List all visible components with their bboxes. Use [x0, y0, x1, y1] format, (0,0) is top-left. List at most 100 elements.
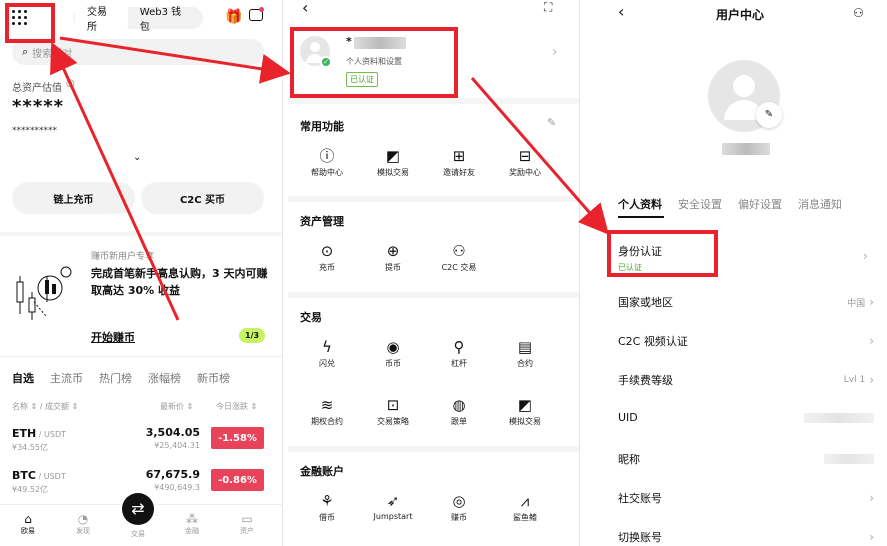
list-item-switch-account[interactable]: 切换账号 ›	[618, 529, 874, 545]
scan-icon[interactable]: ⛶	[544, 0, 552, 15]
contract-icon: ▤	[517, 338, 533, 356]
copy-icon: ◍	[452, 396, 466, 414]
tab-preferences[interactable]: 偏好设置	[738, 196, 782, 212]
rocket-icon: ➶	[386, 492, 400, 510]
gift-icon: ⊞	[452, 147, 466, 165]
highlight-box-profile	[290, 27, 458, 98]
tab-mainstream[interactable]: 主流币	[50, 370, 83, 386]
onchain-deposit-button[interactable]: 链上充币	[12, 182, 135, 214]
table-row[interactable]: ETH / USDT ¥34.55亿 3,504.05 ¥25,404.31 -…	[0, 422, 282, 464]
tab-security[interactable]: 安全设置	[678, 196, 722, 212]
tab-exchange[interactable]: 交易所	[75, 0, 128, 37]
convert-item[interactable]: ϟ 闪兑	[294, 338, 360, 369]
col-price-header[interactable]: 最新价 ⇕	[160, 401, 193, 412]
list-item-nickname[interactable]: 昵称	[618, 451, 874, 467]
deposit-item[interactable]: ⊙ 充币	[294, 242, 360, 273]
asset-value: *****	[12, 96, 65, 117]
list-item-uid[interactable]: UID	[618, 411, 874, 424]
nav-assets[interactable]: ▭ 资产	[233, 512, 261, 536]
eye-hidden-icon[interactable]: ◎	[66, 78, 75, 89]
loan-item[interactable]: ⚘ 借币	[294, 492, 360, 523]
profile-tabs: 个人资料 安全设置 偏好设置 消息通知	[618, 196, 842, 212]
ticket-icon: ⊟	[518, 147, 532, 165]
nav-finance[interactable]: ⁂ 金融	[178, 512, 206, 536]
home-icon: ⌂	[24, 512, 32, 526]
demo-trading-item-2[interactable]: ◩ 模拟交易	[492, 396, 558, 427]
highlight-box-identity	[607, 230, 718, 277]
tab-new-coins[interactable]: 新币榜	[197, 370, 230, 386]
asset-sub-value: **********	[12, 126, 57, 136]
nav-discover[interactable]: ◔ 发现	[69, 512, 97, 536]
bottom-nav: ⌂ 欧易 ◔ 发现 ⇄ 交易 ⁂ 金融 ▭ 资产	[0, 493, 282, 546]
list-item-c2c-video[interactable]: C2C 视频认证 ›	[618, 333, 874, 349]
candlestick-illustration	[14, 262, 74, 322]
blurred-username	[722, 143, 770, 155]
chevron-right-icon: ›	[869, 295, 874, 309]
margin-item[interactable]: ⚲ 杠杆	[426, 338, 492, 369]
jumpstart-item[interactable]: ➶ Jumpstart	[360, 492, 426, 523]
help-center-item[interactable]: ⓘ 帮助中心	[294, 147, 360, 178]
options-item[interactable]: ≋ 期权合约	[294, 396, 360, 427]
shark-fin-icon: ⩘	[520, 492, 530, 510]
nav-home[interactable]: ⌂ 欧易	[14, 512, 42, 536]
tab-profile[interactable]: 个人资料	[618, 196, 662, 212]
gift-icon[interactable]: 🎁	[225, 9, 242, 25]
tab-favorites[interactable]: 自选	[12, 370, 34, 386]
tab-web3-wallet[interactable]: Web3 钱包	[128, 0, 201, 37]
tab-gainers[interactable]: 涨幅榜	[148, 370, 181, 386]
search-icon: ⌕	[22, 45, 29, 58]
col-change-header[interactable]: 今日涨跌 ⇕	[216, 401, 257, 412]
asset-label: 总资产估值	[12, 83, 62, 94]
help-icon: ⓘ	[319, 147, 335, 165]
list-item-region[interactable]: 国家或地区 中国 ›	[618, 294, 874, 310]
c2c-trade-item[interactable]: ⚇ C2C 交易	[426, 242, 492, 273]
back-arrow-icon[interactable]: ‹	[618, 2, 624, 21]
invite-friends-item[interactable]: ⊞ 邀请好友	[426, 147, 492, 178]
tab-notifications[interactable]: 消息通知	[798, 196, 842, 212]
loan-icon: ⚘	[320, 492, 334, 510]
discover-icon: ◔	[77, 512, 89, 526]
edit-avatar-icon[interactable]: ✎	[756, 102, 782, 128]
tab-hot[interactable]: 热门榜	[99, 370, 132, 386]
spot-icon: ◉	[386, 338, 400, 356]
trade-swap-icon[interactable]: ⇄	[122, 493, 154, 525]
user-switch-icon[interactable]: ⚇	[853, 6, 864, 20]
promo-pager: 1/3	[239, 328, 266, 343]
chevron-right-icon[interactable]: ›	[552, 44, 558, 60]
edit-icon[interactable]: ✎	[547, 116, 556, 129]
futures-item[interactable]: ▤ 合约	[492, 338, 558, 369]
trading-bots-item[interactable]: ⊡ 交易策略	[360, 396, 426, 427]
page-title: 用户中心	[716, 8, 765, 22]
spot-item[interactable]: ◉ 币币	[360, 338, 426, 369]
promo-action-link[interactable]: 开始赚币	[91, 329, 135, 345]
chevron-right-icon[interactable]: ›	[863, 249, 868, 263]
c2c-buy-button[interactable]: C2C 买币	[141, 182, 264, 214]
promo-text: 完成首笔新手高息认购，3 天内可赚取高达 30% 收益	[91, 267, 268, 297]
withdraw-item[interactable]: ⊕ 提币	[360, 242, 426, 273]
change-badge: -1.58%	[211, 427, 264, 449]
home-screen: 交易所 Web3 钱包 🎁 ⌕ 搜索币对 总资产估值 ◎ ***** *****…	[0, 0, 283, 546]
demo-trading-item[interactable]: ◩ 模拟交易	[360, 147, 426, 178]
account-mode-switch[interactable]: 交易所 Web3 钱包	[73, 0, 203, 37]
section-title-common: 常用功能	[300, 120, 344, 133]
earn-item[interactable]: ◎ 赚币	[426, 492, 492, 523]
col-name-header[interactable]: 名称 ⇕ / 成交额 ⇕	[12, 401, 78, 412]
list-item-social[interactable]: 社交账号 ›	[618, 490, 874, 506]
section-title-assets: 资产管理	[300, 215, 344, 228]
chevron-down-icon[interactable]: ⌄	[133, 152, 141, 163]
profile-avatar[interactable]: ✎	[708, 60, 782, 132]
list-item-fee-level[interactable]: 手续费等级 Lvl 1 ›	[618, 372, 874, 388]
demo-trade-icon: ◩	[517, 396, 533, 414]
wallet-icon: ▭	[241, 512, 253, 526]
c2c-users-icon: ⚇	[452, 242, 466, 260]
copy-trading-item[interactable]: ◍ 跟单	[426, 396, 492, 427]
rewards-center-item[interactable]: ⊟ 奖励中心	[492, 147, 558, 178]
back-arrow-icon[interactable]: ‹	[302, 0, 308, 17]
shark-fin-item[interactable]: ⩘ 鲨鱼鳍	[492, 492, 558, 523]
chevron-right-icon: ›	[869, 530, 874, 544]
nav-trade-label[interactable]: 交易	[124, 529, 152, 539]
chevron-right-icon: ›	[869, 491, 874, 505]
highlight-box-apps	[5, 3, 55, 43]
earn-icon: ◎	[452, 492, 466, 510]
chevron-right-icon: ›	[869, 334, 874, 348]
